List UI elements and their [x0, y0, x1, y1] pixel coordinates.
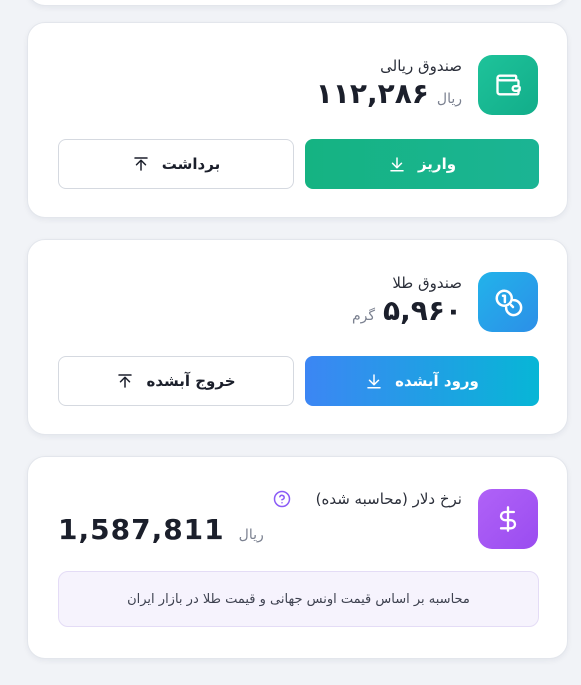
- withdraw-button[interactable]: برداشت: [58, 139, 294, 189]
- help-icon[interactable]: [273, 490, 291, 508]
- dollar-rate-amount-row: 1,587,811 ریال: [58, 513, 264, 546]
- dollar-rate-amount: 1,587,811: [58, 513, 225, 546]
- dollar-rate-unit: ریال: [238, 527, 264, 543]
- download-icon: [367, 374, 381, 389]
- previous-card-edge: [27, 0, 568, 6]
- gold-fund-unit: گرم: [351, 308, 375, 324]
- melted-gold-exit-label: خروج آبشده: [146, 372, 236, 390]
- dollar-icon-box: [478, 489, 538, 549]
- deposit-button[interactable]: واریز: [305, 139, 539, 189]
- wallet-icon-box: [478, 55, 538, 115]
- upload-icon: [134, 157, 148, 171]
- coins-icon: [495, 289, 523, 317]
- gold-fund-amount: ۵,۹۶۰: [383, 294, 462, 327]
- gold-fund-card: صندوق طلا ۵,۹۶۰ گرم ورود آبشده خروج آبشد…: [27, 239, 568, 435]
- download-icon: [390, 157, 404, 172]
- rial-fund-card: صندوق ریالی ریال ۱۱۲,۲۸۶ واریز برداشت: [27, 22, 568, 218]
- rial-fund-amount-row: ریال ۱۱۲,۲۸۶: [316, 77, 462, 110]
- coins-icon-box: [478, 272, 538, 332]
- dollar-rate-card: نرخ دلار (محاسبه شده) 1,587,811 ریال محا…: [27, 456, 568, 659]
- melted-gold-enter-label: ورود آبشده: [395, 372, 479, 390]
- rial-fund-unit: ریال: [436, 91, 462, 107]
- withdraw-label: برداشت: [161, 155, 221, 173]
- rial-fund-amount: ۱۱۲,۲۸۶: [315, 77, 429, 110]
- melted-gold-exit-button[interactable]: خروج آبشده: [58, 356, 294, 406]
- dollar-icon: [499, 506, 517, 532]
- dollar-rate-title: نرخ دلار (محاسبه شده): [315, 490, 462, 508]
- rial-fund-title: صندوق ریالی: [380, 57, 462, 75]
- deposit-label: واریز: [417, 155, 457, 173]
- gold-fund-amount-row: ۵,۹۶۰ گرم: [352, 294, 462, 327]
- melted-gold-enter-button[interactable]: ورود آبشده: [305, 356, 539, 406]
- gold-fund-title: صندوق طلا: [392, 274, 462, 292]
- upload-icon: [118, 374, 133, 388]
- wallet-icon: [496, 74, 521, 96]
- calculation-note: محاسبه بر اساس قیمت اونس جهانی و قیمت طل…: [58, 571, 539, 627]
